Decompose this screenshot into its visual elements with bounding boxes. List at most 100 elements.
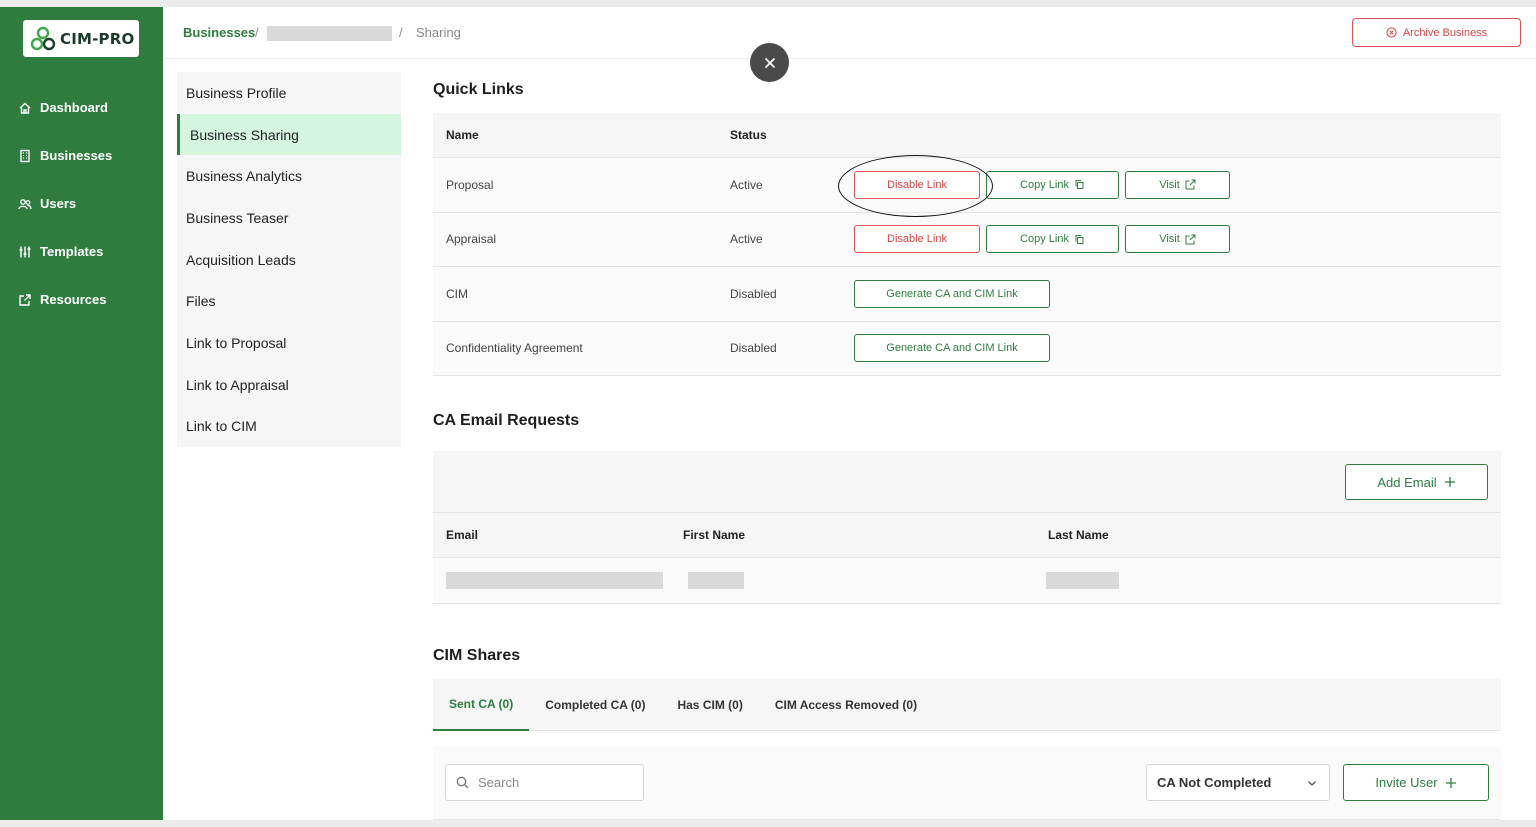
- generate-ca-cim-link-button[interactable]: Generate CA and CIM Link: [854, 279, 1050, 308]
- copy-link-label: Copy Link: [1020, 178, 1069, 191]
- link-status: Disabled: [730, 286, 777, 301]
- breadcrumb-separator: /: [255, 25, 259, 40]
- subnav-acquisition-leads[interactable]: Acquisition Leads: [177, 239, 401, 281]
- table-row: Appraisal Active Disable Link Copy Link …: [433, 212, 1501, 267]
- plus-icon: [1445, 777, 1456, 788]
- search-icon: [456, 776, 469, 789]
- table-header: Name Status: [433, 113, 1501, 158]
- nav-dashboard[interactable]: Dashboard: [18, 100, 108, 115]
- close-button[interactable]: [750, 43, 789, 82]
- nav-label: Businesses: [40, 148, 113, 163]
- row-actions: Disable Link Copy Link Visit: [854, 170, 1230, 199]
- subnav-files[interactable]: Files: [177, 280, 401, 322]
- search-box: [445, 764, 644, 801]
- nav-label: Resources: [40, 292, 107, 307]
- link-status: Active: [730, 177, 763, 192]
- visit-button[interactable]: Visit: [1125, 225, 1230, 254]
- link-name: Confidentiality Agreement: [446, 341, 583, 356]
- column-header-status: Status: [730, 128, 767, 142]
- cim-shares-title: CIM Shares: [433, 647, 521, 664]
- table-row: Confidentiality Agreement Disabled Gener…: [433, 321, 1501, 376]
- nav-templates[interactable]: Templates: [18, 244, 103, 259]
- circle-x-icon: [1386, 27, 1397, 38]
- copy-link-button[interactable]: Copy Link: [986, 170, 1119, 199]
- row-actions: Disable Link Copy Link Visit: [854, 225, 1230, 254]
- tab-has-cim[interactable]: Has CIM (0): [661, 679, 758, 731]
- link-name: CIM: [446, 286, 468, 301]
- nav-label: Dashboard: [40, 100, 108, 115]
- link-name: Proposal: [446, 177, 494, 192]
- subnav-link-to-cim[interactable]: Link to CIM: [177, 406, 401, 448]
- copy-icon: [1075, 234, 1084, 244]
- tab-cim-access-removed[interactable]: CIM Access Removed (0): [759, 679, 933, 731]
- ca-email-requests-table: Add Email Email First Name Last Name: [433, 451, 1501, 604]
- subnav-link-to-appraisal[interactable]: Link to Appraisal: [177, 364, 401, 406]
- search-input[interactable]: [478, 775, 628, 790]
- last-name-redacted: [1046, 572, 1119, 589]
- logo-icon: [30, 26, 56, 50]
- disable-link-button[interactable]: Disable Link: [854, 170, 980, 199]
- disable-link-button[interactable]: Disable Link: [854, 225, 980, 254]
- column-header-email: Email: [446, 528, 479, 542]
- add-email-label: Add Email: [1377, 474, 1437, 490]
- cim-shares-tabs: Sent CA (0) Completed CA (0) Has CIM (0)…: [433, 679, 1501, 731]
- breadcrumb-current: Sharing: [416, 25, 461, 40]
- quick-links-table: Name Status Proposal Active Disable Link…: [433, 113, 1501, 376]
- invite-user-label: Invite User: [1375, 775, 1438, 790]
- nav-label: Users: [40, 196, 77, 211]
- nav-label: Templates: [40, 244, 104, 259]
- nav-businesses[interactable]: Businesses: [18, 148, 112, 163]
- visit-button[interactable]: Visit: [1125, 170, 1230, 199]
- subnav-business-profile[interactable]: Business Profile: [177, 72, 401, 114]
- link-status: Active: [730, 232, 763, 247]
- subnav-business-sharing[interactable]: Business Sharing: [177, 113, 401, 156]
- home-icon: [19, 102, 31, 114]
- external-link-icon: [1185, 179, 1196, 190]
- ca-status-select[interactable]: CA Not Completed: [1146, 764, 1330, 801]
- table-row: [433, 558, 1501, 604]
- row-actions: Generate CA and CIM Link: [854, 334, 1050, 363]
- subnav-link-to-proposal[interactable]: Link to Proposal: [177, 322, 401, 364]
- breadcrumb-business-name-redacted[interactable]: [267, 26, 392, 41]
- logo[interactable]: CIM-PRO: [23, 20, 139, 57]
- external-link-icon: [1185, 234, 1196, 245]
- cim-shares-filter-bar: CA Not Completed Invite User: [433, 747, 1501, 820]
- tab-completed-ca[interactable]: Completed CA (0): [529, 679, 661, 731]
- quick-links-title: Quick Links: [433, 81, 524, 98]
- close-icon: [764, 57, 775, 68]
- chevron-down-icon: [1308, 780, 1316, 786]
- email-redacted: [446, 572, 663, 589]
- archive-business-label: Archive Business: [1402, 26, 1488, 39]
- column-header-name: Name: [446, 128, 479, 142]
- app-window: CIM-PRO Dashboard Businesses Users Templ…: [0, 7, 1536, 820]
- building-icon: [20, 149, 30, 162]
- users-icon: [18, 198, 32, 209]
- row-actions: Generate CA and CIM Link: [854, 279, 1050, 308]
- breadcrumb-separator: /: [399, 25, 403, 40]
- table-row: CIM Disabled Generate CA and CIM Link: [433, 267, 1501, 322]
- column-header-first-name: First Name: [683, 528, 746, 542]
- archive-business-button[interactable]: Archive Business: [1352, 18, 1521, 47]
- ca-toolbar: Add Email: [433, 451, 1501, 513]
- logo-text: CIM-PRO: [60, 29, 135, 48]
- breadcrumb-businesses[interactable]: Businesses: [183, 25, 255, 40]
- copy-link-button[interactable]: Copy Link: [986, 225, 1119, 254]
- visit-label: Visit: [1159, 233, 1180, 246]
- ca-email-requests-title: CA Email Requests: [433, 412, 580, 429]
- link-name: Appraisal: [446, 232, 497, 247]
- generate-ca-cim-link-button[interactable]: Generate CA and CIM Link: [854, 334, 1050, 363]
- invite-user-button[interactable]: Invite User: [1343, 764, 1489, 801]
- subnav-business-analytics[interactable]: Business Analytics: [177, 155, 401, 197]
- visit-label: Visit: [1159, 178, 1180, 191]
- copy-icon: [1075, 180, 1084, 190]
- table-header: Email First Name Last Name: [433, 513, 1501, 558]
- link-status: Disabled: [730, 341, 777, 356]
- nav-resources[interactable]: Resources: [18, 292, 106, 307]
- tab-sent-ca[interactable]: Sent CA (0): [433, 679, 530, 731]
- subnav-business-teaser[interactable]: Business Teaser: [177, 197, 401, 239]
- ca-status-select-value: CA Not Completed: [1157, 775, 1272, 790]
- add-email-button[interactable]: Add Email: [1345, 464, 1488, 500]
- table-row: Proposal Active Disable Link Copy Link V…: [433, 158, 1501, 213]
- business-subnav: Business Profile Business Sharing Busine…: [177, 72, 401, 447]
- nav-users[interactable]: Users: [18, 196, 76, 211]
